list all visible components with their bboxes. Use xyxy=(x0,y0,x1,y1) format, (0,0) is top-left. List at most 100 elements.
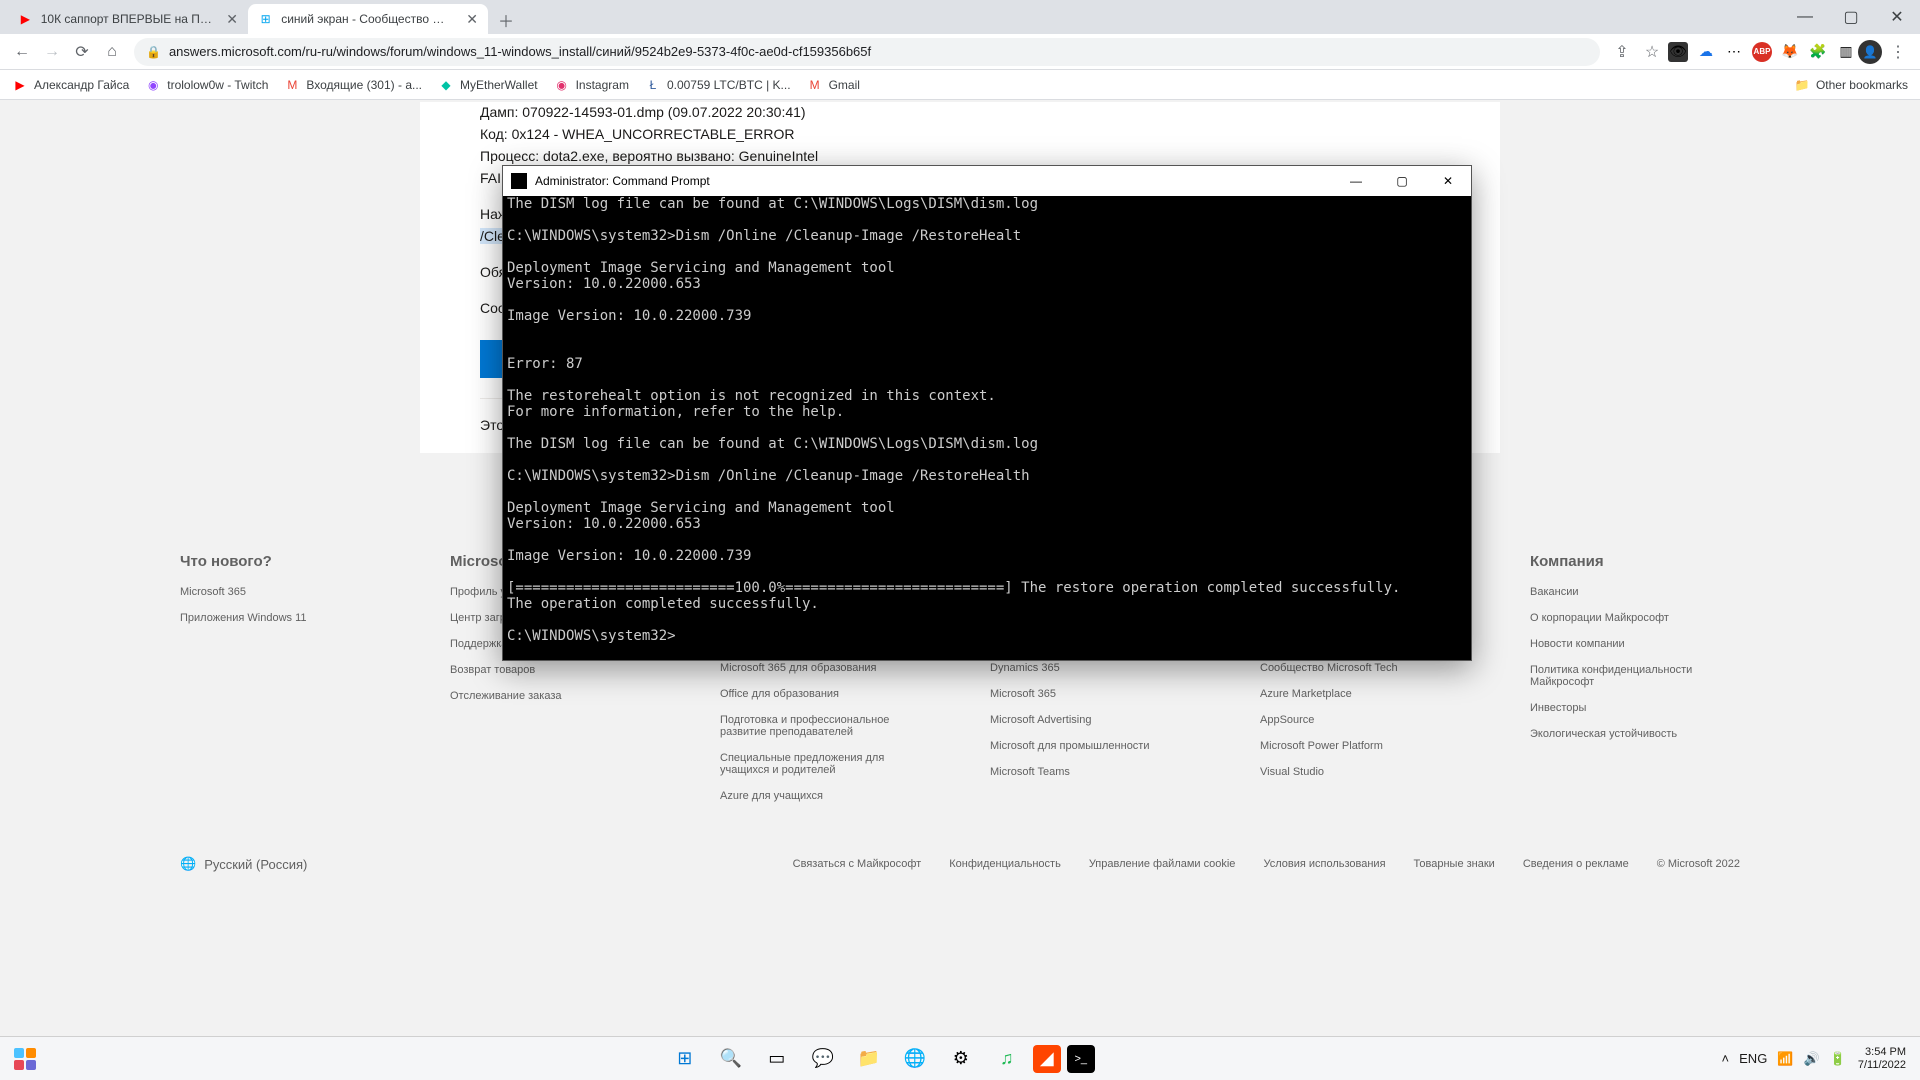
browser-tab[interactable]: ▶10К саппорт ВПЕРВЫЕ на ПРО...✕ xyxy=(8,4,248,34)
tray-overflow-button[interactable]: ˄ xyxy=(1722,1051,1730,1066)
footer-link[interactable]: AppSource xyxy=(1260,714,1470,726)
task-view-button[interactable]: ▭ xyxy=(757,1039,797,1079)
widgets-button[interactable] xyxy=(12,1046,38,1072)
bookmark-item[interactable]: ◉Instagram xyxy=(554,77,629,93)
extension-icon[interactable]: ⋯ xyxy=(1724,42,1744,62)
share-icon[interactable]: ⇪ xyxy=(1608,38,1636,66)
cmd-close-button[interactable]: ✕ xyxy=(1425,166,1471,196)
extension-icon[interactable]: 👁 xyxy=(1668,42,1688,62)
chrome-taskbar-icon[interactable]: 🌐 xyxy=(895,1039,935,1079)
folder-icon: 📁 xyxy=(1794,77,1810,93)
footer-link[interactable]: Сообщество Microsoft Tech xyxy=(1260,662,1470,674)
battery-icon[interactable]: 🔋 xyxy=(1830,1051,1846,1067)
footer-link[interactable]: Microsoft 365 для образования xyxy=(720,662,930,674)
footer-link[interactable]: Microsoft Power Platform xyxy=(1260,740,1470,752)
system-tray: ˄ ENG 📶 🔊 🔋 3:54 PM 7/11/2022 xyxy=(1722,1046,1920,1072)
footer-link[interactable]: Microsoft для промышленности xyxy=(990,740,1200,752)
footer-link[interactable]: Новости компании xyxy=(1530,638,1740,650)
footer-link[interactable]: Приложения Windows 11 xyxy=(180,612,390,624)
browser-tab[interactable]: ⊞синий экран - Сообщество Mic...✕ xyxy=(248,4,488,34)
clock-time: 3:54 PM xyxy=(1858,1046,1906,1059)
footer-bottom-link[interactable]: Условия использования xyxy=(1263,858,1385,870)
clock[interactable]: 3:54 PM 7/11/2022 xyxy=(1858,1046,1906,1072)
bookmark-item[interactable]: ▶Александр Гайса xyxy=(12,77,129,93)
footer-link[interactable]: Инвесторы xyxy=(1530,702,1740,714)
footer-link[interactable]: О корпорации Майкрософт xyxy=(1530,612,1740,624)
window-close-button[interactable]: ✕ xyxy=(1874,0,1920,34)
forward-button[interactable]: → xyxy=(38,38,66,66)
footer-link[interactable]: Microsoft Teams xyxy=(990,766,1200,778)
extension-icon[interactable]: 🦊 xyxy=(1780,42,1800,62)
window-minimize-button[interactable]: ― xyxy=(1782,0,1828,34)
locale-selector[interactable]: 🌐 Русский (Россия) xyxy=(180,856,307,872)
tab-favicon: ⊞ xyxy=(258,11,273,27)
back-button[interactable]: ← xyxy=(8,38,36,66)
footer-bottom-link[interactable]: Товарные знаки xyxy=(1414,858,1495,870)
windows-taskbar: ⊞ 🔍 ▭ 💬 📁 🌐 ⚙ ♫ ◢ >_ ˄ ENG 📶 🔊 🔋 3:54 PM… xyxy=(0,1036,1920,1080)
cmd-minimize-button[interactable]: ― xyxy=(1333,166,1379,196)
footer-link[interactable]: Вакансии xyxy=(1530,586,1740,598)
footer-link[interactable]: Microsoft 365 xyxy=(180,586,390,598)
footer-bottom-link[interactable]: Сведения о рекламе xyxy=(1523,858,1629,870)
obs-taskbar-icon[interactable]: ⚙ xyxy=(941,1039,981,1079)
chat-button[interactable]: 💬 xyxy=(803,1039,843,1079)
taskbar-pinned-apps: ⊞ 🔍 ▭ 💬 📁 🌐 ⚙ ♫ ◢ >_ xyxy=(38,1039,1722,1079)
tab-close-button[interactable]: ✕ xyxy=(226,11,238,28)
volume-icon[interactable]: 🔊 xyxy=(1804,1051,1820,1067)
footer-bottom-link[interactable]: Связаться с Майкрософт xyxy=(793,858,922,870)
footer-link[interactable]: Политика конфиденциальности Майкрософт xyxy=(1530,664,1740,688)
footer-link[interactable]: Специальные предложения для учащихся и р… xyxy=(720,752,930,776)
bookmark-label: MyEtherWallet xyxy=(460,78,538,92)
footer-link[interactable]: Visual Studio xyxy=(1260,766,1470,778)
extension-icon[interactable]: ABP xyxy=(1752,42,1772,62)
address-bar[interactable]: 🔒 answers.microsoft.com/ru-ru/windows/fo… xyxy=(134,38,1600,66)
language-indicator[interactable]: ENG xyxy=(1739,1051,1767,1066)
spotify-taskbar-icon[interactable]: ♫ xyxy=(987,1039,1027,1079)
new-tab-button[interactable]: ＋ xyxy=(492,6,520,34)
extensions-button[interactable]: 🧩 xyxy=(1808,42,1828,62)
bookmark-item[interactable]: MВходящие (301) - а... xyxy=(284,77,422,93)
start-button[interactable]: ⊞ xyxy=(665,1039,705,1079)
footer-link[interactable]: Dynamics 365 xyxy=(990,662,1200,674)
footer-link[interactable]: Azure Marketplace xyxy=(1260,688,1470,700)
bookmark-item[interactable]: ◆ MyEtherWallet xyxy=(438,77,538,93)
footer-bottom-link[interactable]: Конфиденциальность xyxy=(949,858,1061,870)
extension-icon[interactable]: ☁ xyxy=(1696,42,1716,62)
process-line: Процесс: dota2.exe, вероятно вызвано: Ge… xyxy=(480,146,1440,166)
bookmark-favicon: ◆ xyxy=(438,77,454,93)
footer-link[interactable]: Подготовка и профессиональное развитие п… xyxy=(720,714,930,738)
bookmark-item[interactable]: MGmail xyxy=(807,77,860,93)
other-bookmarks-button[interactable]: 📁 Other bookmarks xyxy=(1794,77,1908,93)
footer-link[interactable]: Отслеживание заказа xyxy=(450,690,660,702)
footer-bottom-link[interactable]: Управление файлами cookie xyxy=(1089,858,1236,870)
footer-link[interactable]: Экологическая устойчивость xyxy=(1530,728,1740,740)
command-prompt-window[interactable]: Administrator: Command Prompt ― ▢ ✕ The … xyxy=(502,165,1472,661)
window-maximize-button[interactable]: ▢ xyxy=(1828,0,1874,34)
bookmark-item[interactable]: ◉trololow0w - Twitch xyxy=(145,77,268,93)
bookmark-star-icon[interactable]: ☆ xyxy=(1638,38,1666,66)
bookmark-favicon: ◉ xyxy=(145,77,161,93)
reload-button[interactable]: ⟳ xyxy=(68,38,96,66)
footer-column: Что нового?Microsoft 365Приложения Windo… xyxy=(180,553,390,816)
footer-link[interactable]: Microsoft 365 xyxy=(990,688,1200,700)
bookmark-item[interactable]: Ł0.00759 LTC/BTC | K... xyxy=(645,77,791,93)
tab-close-button[interactable]: ✕ xyxy=(466,11,478,28)
bookmark-label: Gmail xyxy=(829,78,860,92)
cmd-titlebar[interactable]: Administrator: Command Prompt ― ▢ ✕ xyxy=(503,166,1471,196)
terminal-taskbar-icon[interactable]: >_ xyxy=(1067,1045,1095,1073)
reading-list-icon[interactable]: ▥ xyxy=(1836,42,1856,62)
footer-link[interactable]: Office для образования xyxy=(720,688,930,700)
app-taskbar-icon[interactable]: ◢ xyxy=(1033,1045,1061,1073)
cmd-maximize-button[interactable]: ▢ xyxy=(1379,166,1425,196)
footer-link[interactable]: Azure для учащихся xyxy=(720,790,930,802)
cmd-output[interactable]: The DISM log file can be found at C:\WIN… xyxy=(503,196,1471,660)
search-button[interactable]: 🔍 xyxy=(711,1039,751,1079)
wifi-icon[interactable]: 📶 xyxy=(1777,1051,1793,1067)
bookmark-label: Александр Гайса xyxy=(34,78,129,92)
home-button[interactable]: ⌂ xyxy=(98,38,126,66)
footer-link[interactable]: Возврат товаров xyxy=(450,664,660,676)
profile-avatar[interactable]: 👤 xyxy=(1858,40,1882,64)
footer-link[interactable]: Microsoft Advertising xyxy=(990,714,1200,726)
file-explorer-button[interactable]: 📁 xyxy=(849,1039,889,1079)
chrome-menu-button[interactable]: ⋮ xyxy=(1884,38,1912,66)
